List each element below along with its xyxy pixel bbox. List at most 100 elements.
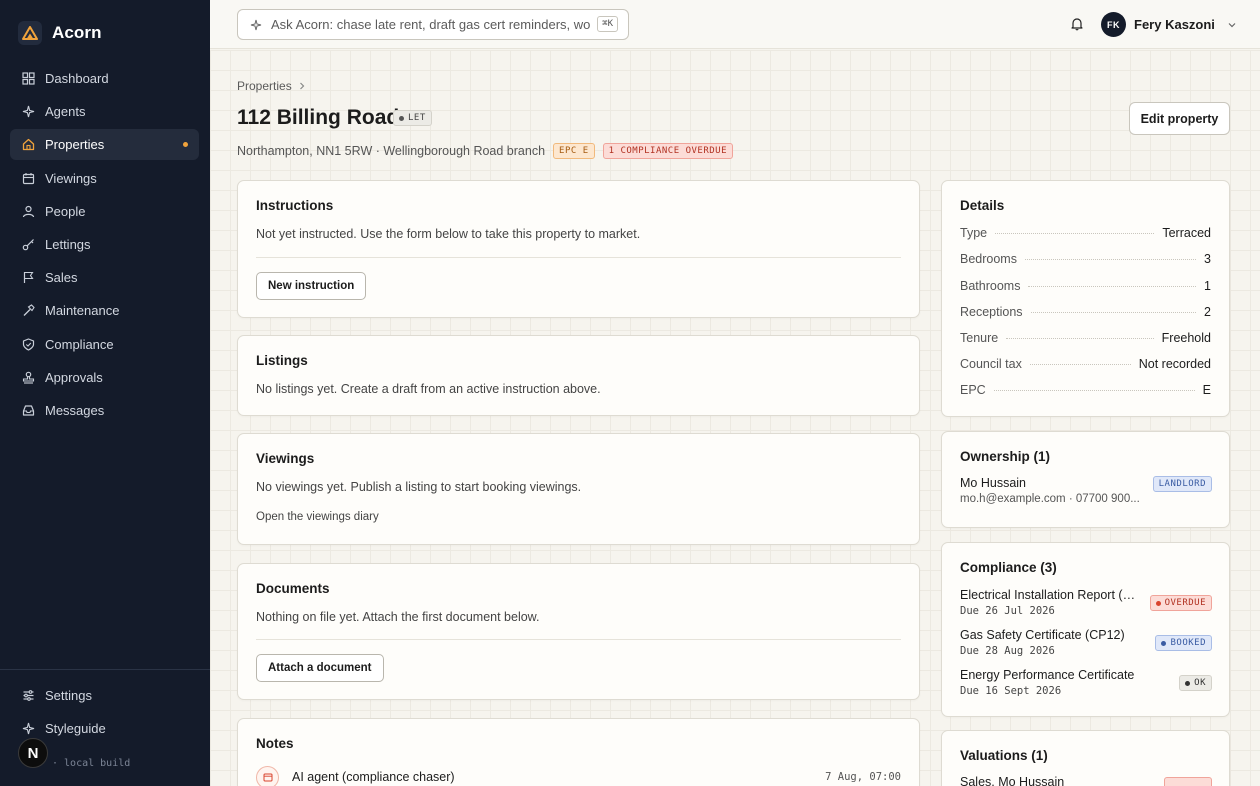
divider — [256, 639, 901, 640]
new-instruction-button[interactable]: New instruction — [256, 272, 367, 300]
dotted-leader — [1030, 311, 1197, 313]
compliance-name: Energy Performance Certificate — [960, 668, 1135, 682]
card-text: Nothing on file yet. Attach the first do… — [256, 610, 540, 624]
calendar-icon — [22, 172, 35, 185]
card-title: Details — [960, 198, 1005, 213]
sidebar-item-label: Dashboard — [45, 71, 109, 86]
open-viewings-diary-link[interactable]: Open the viewings diary — [256, 511, 379, 523]
documents-card: Documents Nothing on file yet. Attach th… — [237, 563, 920, 700]
status-badge: OK — [1179, 675, 1212, 691]
sidebar-item-label: Viewings — [45, 170, 97, 186]
card-text: No listings yet. Create a draft from an … — [256, 382, 601, 396]
sidebar-item-sales[interactable]: Sales — [10, 262, 199, 293]
status-dot — [1185, 680, 1191, 686]
status-badge — [1164, 777, 1212, 786]
person-icon — [22, 205, 35, 218]
acorn-logo-icon — [18, 21, 42, 45]
status-badge: BOOKED — [1155, 635, 1212, 651]
status-label: BOOKED — [1170, 638, 1206, 648]
attach-document-button[interactable]: Attach a document — [256, 654, 384, 682]
sidebar-item-people[interactable]: People — [10, 196, 199, 227]
compliance-name: Electrical Installation Report (E... — [960, 588, 1140, 602]
sidebar-item-label: Approvals — [45, 369, 103, 385]
bottom-nav: Settings Styleguide — [10, 680, 199, 746]
detail-row-type: Type Terraced — [960, 225, 1211, 241]
detail-label: Receptions — [960, 305, 1023, 319]
ask-acorn-search[interactable]: Ask Acorn: chase late rent, draft gas ce… — [237, 9, 629, 40]
sidebar-item-maintenance[interactable]: Maintenance — [10, 295, 199, 326]
card-title: Viewings — [256, 451, 315, 466]
sidebar-item-approvals[interactable]: Approvals — [10, 362, 199, 393]
calendar-icon — [256, 765, 279, 786]
detail-row-council-tax: Council tax Not recorded — [960, 356, 1211, 372]
dev-avatar[interactable]: N — [18, 738, 48, 768]
compliance-due: Due 26 Jul 2026 — [960, 605, 1055, 617]
epc-badge: EPC E — [553, 143, 595, 159]
sliders-icon — [22, 689, 35, 702]
sidebar-item-properties[interactable]: Properties — [10, 129, 199, 161]
role-badge: LANDLORD — [1152, 476, 1212, 492]
dotted-leader — [1006, 337, 1154, 339]
detail-label: Tenure — [960, 331, 999, 345]
breadcrumb-properties[interactable]: Properties — [237, 79, 292, 93]
build-text: · local build — [52, 758, 131, 769]
brand[interactable]: Acorn — [18, 21, 102, 45]
detail-row-receptions: Receptions 2 — [960, 304, 1211, 320]
user-name: Fery Kaszoni — [1134, 17, 1215, 32]
owner-name[interactable]: Mo Hussain — [960, 476, 1026, 490]
detail-row-epc: EPC E — [960, 382, 1211, 398]
bell-icon[interactable] — [1070, 17, 1084, 31]
sidebar-item-settings[interactable]: Settings — [10, 680, 199, 711]
sparkle-icon — [22, 105, 35, 118]
sidebar-divider — [0, 669, 210, 670]
inbox-icon — [22, 404, 35, 417]
property-subline: Northampton, NN1 5RW · Wellingborough Ro… — [237, 143, 733, 159]
sidebar-item-label: Maintenance — [45, 303, 120, 319]
compliance-item[interactable]: Electrical Installation Report (E... Due… — [960, 588, 1212, 620]
listings-card: Listings No listings yet. Create a draft… — [237, 335, 920, 416]
sidebar-item-viewings[interactable]: Viewings — [10, 163, 199, 194]
valuations-card: Valuations (1) Sales, Mo Hussain — [941, 730, 1230, 786]
property-address: Northampton, NN1 5RW · Wellingborough Ro… — [237, 144, 546, 158]
compliance-overdue-badge: 1 COMPLIANCE OVERDUE — [602, 143, 733, 159]
shield-icon — [22, 337, 35, 351]
sidebar-item-lettings[interactable]: Lettings — [10, 229, 199, 260]
owner-contact: mo.h@example.com · 07700 900... — [960, 493, 1140, 505]
grid-icon — [22, 72, 35, 85]
note-author: AI agent (compliance chaser) — [292, 770, 455, 784]
sidebar-item-label: Settings — [45, 688, 92, 703]
sidebar: Acorn Dashboard Agents Properties Viewin… — [0, 0, 210, 786]
detail-value: Freehold — [1161, 331, 1211, 345]
compliance-item[interactable]: Energy Performance Certificate Due 16 Se… — [960, 668, 1212, 700]
edit-property-button[interactable]: Edit property — [1129, 102, 1230, 135]
sidebar-item-dashboard[interactable]: Dashboard — [10, 63, 199, 94]
sidebar-item-agents[interactable]: Agents — [10, 96, 199, 127]
key-icon — [22, 238, 35, 251]
valuation-item[interactable]: Sales, Mo Hussain — [960, 775, 1064, 786]
sparkle-icon — [250, 19, 262, 30]
sidebar-item-compliance[interactable]: Compliance — [10, 329, 199, 360]
sidebar-item-label: Messages — [45, 402, 105, 418]
status-dot — [1155, 600, 1161, 606]
stamp-icon — [22, 371, 35, 384]
sparkle-icon — [22, 722, 35, 735]
compliance-item[interactable]: Gas Safety Certificate (CP12) Due 28 Aug… — [960, 628, 1212, 660]
detail-value: Not recorded — [1138, 357, 1211, 371]
detail-label: Council tax — [960, 357, 1022, 371]
chevron-down-icon — [1228, 22, 1236, 27]
sidebar-item-label: Compliance — [45, 336, 114, 352]
ownership-card: Ownership (1) Mo Hussain mo.h@example.co… — [941, 431, 1230, 528]
sidebar-item-label: Properties — [45, 137, 105, 153]
card-text: No viewings yet. Publish a listing to st… — [256, 480, 582, 494]
search-placeholder: Ask Acorn: chase late rent, draft gas ce… — [271, 17, 591, 32]
sidebar-item-messages[interactable]: Messages — [10, 395, 199, 426]
main-nav: Dashboard Agents Properties Viewings Peo… — [10, 63, 199, 428]
breadcrumb: Properties — [237, 79, 306, 93]
status-dot — [399, 115, 404, 121]
chevron-right-icon — [299, 82, 305, 90]
dotted-leader — [1024, 258, 1197, 260]
user-menu[interactable]: FK Fery Kaszoni — [1101, 12, 1237, 37]
list-item[interactable]: AI agent (compliance chaser) 7 Aug, 07:0… — [256, 765, 901, 786]
compliance-due: Due 16 Sept 2026 — [960, 685, 1062, 697]
status-badge: LET — [393, 110, 432, 126]
